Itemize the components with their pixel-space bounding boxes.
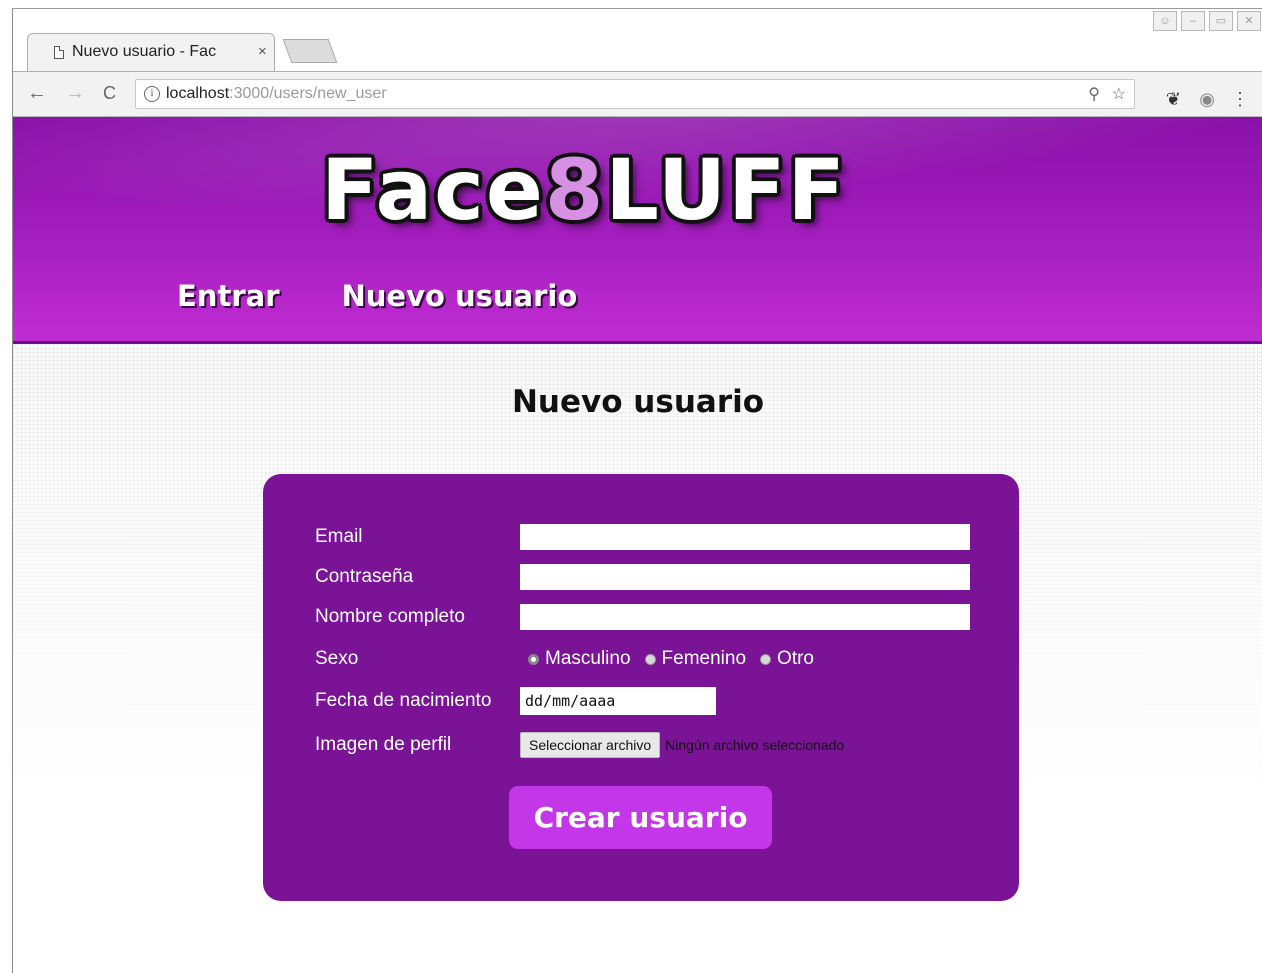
logo-text-face: Face [321,141,545,239]
profile-icon[interactable]: ☺ [1153,11,1177,31]
birthdate-row: Fecha de nacimiento dd/mm/aaaa [315,686,716,716]
password-label: Contraseña [315,566,414,587]
avatar-row: Imagen de perfil Seleccionar archivo Nin… [315,730,844,760]
tab-strip: Nuevo usuario - Fac × ☺ – ▭ ✕ [13,9,1262,71]
fullname-field[interactable] [520,604,970,630]
main-content: Nuevo usuario Email Contraseña Nombre co… [13,344,1262,973]
address-bar[interactable]: i localhost:3000/users/new_user ⚲ ☆ [135,79,1135,109]
browser-window: Nuevo usuario - Fac × ☺ – ▭ ✕ ← → C i lo… [12,8,1262,973]
back-icon[interactable]: ← [27,82,47,105]
logo-text-luff: LUFF [605,141,847,239]
new-tab-button[interactable] [282,39,338,63]
radio-masculino[interactable] [528,653,539,665]
radio-label-otro[interactable]: Otro [777,648,814,670]
gender-row: Sexo Masculino Femenino Otro [315,644,822,674]
url-text: localhost:3000/users/new_user [166,85,387,103]
email-label: Email [315,526,363,547]
password-row: Contraseña [315,562,970,592]
maximize-icon[interactable]: ▭ [1209,11,1233,31]
main-nav: Entrar Nuevo usuario [177,279,577,313]
birthdate-label: Fecha de nacimiento [315,690,492,711]
gender-radio-group: Masculino Femenino Otro [520,648,822,670]
menu-icon[interactable]: ⋮ [1231,89,1249,110]
site-logo[interactable]: Face8LUFF [321,141,847,239]
choose-file-button[interactable]: Seleccionar archivo [520,732,661,758]
tab-close-icon[interactable]: × [258,43,267,60]
radio-femenino[interactable] [644,653,656,665]
minimize-icon[interactable]: – [1181,11,1205,31]
browser-tab[interactable]: Nuevo usuario - Fac × [27,33,275,71]
page-viewport: Face8LUFF Entrar Nuevo usuario Nuevo usu… [13,117,1262,973]
nav-link-nuevo-usuario[interactable]: Nuevo usuario [342,279,578,313]
birthdate-field[interactable]: dd/mm/aaaa [520,687,716,715]
info-icon[interactable]: i [144,86,160,102]
new-user-form: Email Contraseña Nombre completo Sexo Ma… [263,474,1019,901]
page-icon [54,46,64,59]
extension-icon[interactable]: ❦ [1166,89,1181,110]
site-header: Face8LUFF Entrar Nuevo usuario [13,117,1262,344]
page-title: Nuevo usuario [511,384,765,420]
url-host: localhost [166,85,230,102]
extension-2-icon[interactable]: ◉ [1199,89,1215,110]
close-window-icon[interactable]: ✕ [1237,11,1261,31]
url-path: :3000/users/new_user [229,85,387,102]
forward-icon[interactable]: → [65,82,85,105]
reload-icon[interactable]: C [103,83,116,104]
browser-toolbar: ← → C i localhost:3000/users/new_user ⚲ … [13,71,1262,117]
fullname-label: Nombre completo [315,606,465,627]
avatar-label: Imagen de perfil [315,734,452,755]
bookmark-star-icon[interactable]: ☆ [1112,84,1126,104]
filter-icon[interactable]: ⚲ [1088,84,1100,104]
radio-otro[interactable] [760,653,772,665]
radio-label-femenino[interactable]: Femenino [662,648,747,670]
radio-label-masculino[interactable]: Masculino [545,648,631,670]
nav-link-entrar[interactable]: Entrar [177,279,280,313]
gender-label: Sexo [315,648,359,669]
password-field[interactable] [520,564,970,590]
email-field[interactable] [520,524,970,550]
tab-title: Nuevo usuario - Fac [72,43,217,60]
window-controls: ☺ – ▭ ✕ [1153,11,1261,31]
fullname-row: Nombre completo [315,602,970,632]
logo-text-accent: 8 [544,141,606,239]
file-status-text: Ningún archivo seleccionado [665,737,845,753]
create-user-button[interactable]: Crear usuario [509,786,772,849]
email-row: Email [315,522,970,552]
